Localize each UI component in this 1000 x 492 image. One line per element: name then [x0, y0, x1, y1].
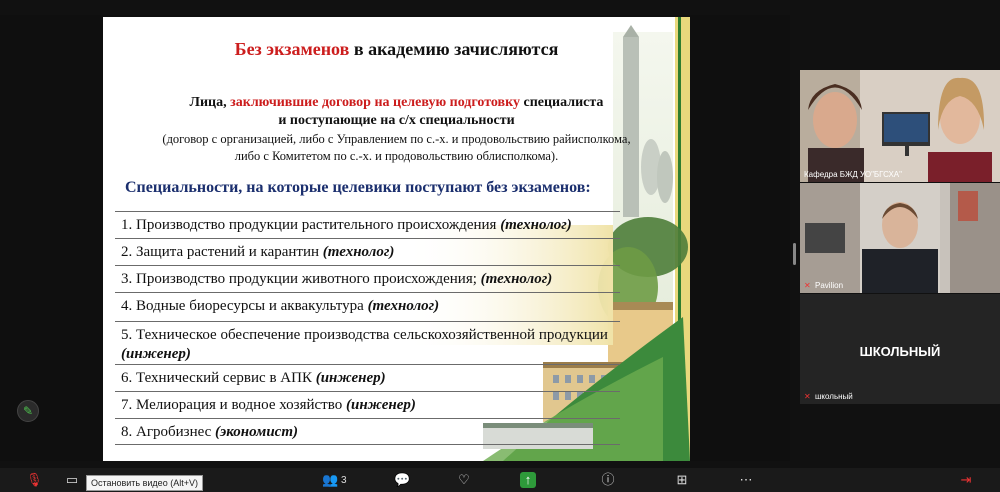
slide-text-line3: (договор с организацией, либо с Управлен… [162, 132, 631, 146]
participants-panel: Кафедра БЖД УО"БГСХА" ✕ Pavilion ШКОЛЬНЫЙ… [800, 0, 1000, 492]
slide-text-line1: Лица, заключившие договор на целевую под… [189, 95, 604, 110]
video-tile-kafedra[interactable]: Кафедра БЖД УО"БГСХА" [800, 70, 1000, 182]
participant-name-label: ✕ школьный [804, 391, 853, 401]
share-screen-button[interactable]: ↑ [520, 471, 536, 489]
specialty-item: 2. Защита растений и карантин (технолог) [115, 238, 620, 265]
more-icon: ⋯ [739, 472, 753, 487]
leave-button[interactable]: ⇥ [958, 471, 974, 489]
leave-icon: ⇥ [960, 472, 972, 487]
presentation-slide: Без экзаменов в академию зачисляются Лиц… [103, 17, 690, 461]
video-button[interactable]: ▭ [64, 471, 80, 489]
mic-muted-icon: ✕ [804, 391, 811, 401]
slide-text-line2: и поступающие на с/х специальности [278, 113, 515, 128]
apps-button[interactable]: ⊞ [674, 471, 690, 489]
specialty-item: 8. Агробизнес (экономист) [115, 418, 620, 445]
annotate-pen-button[interactable]: ✎ [17, 400, 39, 422]
panel-resize-handle[interactable] [793, 243, 796, 265]
specialty-item: 1. Производство продукции растительного … [115, 211, 620, 238]
participants-button[interactable]: 👥 3 [322, 471, 347, 489]
specialty-item: 5. Техническое обеспечение производства … [115, 321, 620, 364]
chat-button[interactable]: 💬 [394, 471, 410, 489]
chat-icon: 💬 [394, 472, 411, 487]
slide-text-line4: либо с Комитетом по с.-х. и продовольств… [234, 149, 559, 163]
shared-screen: Без экзаменов в академию зачисляются Лиц… [0, 15, 790, 461]
specialty-item: 3. Производство продукции животного прои… [115, 265, 620, 292]
participants-icon: 👥 [322, 472, 339, 487]
specialty-item: 7. Мелиорация и водное хозяйство (инжене… [115, 391, 620, 418]
participant-video [800, 70, 1000, 182]
mic-muted-icon: ✕ [804, 280, 811, 290]
mic-off-icon: 🎙 [26, 472, 43, 487]
share-up-icon: ↑ [520, 472, 536, 488]
info-button[interactable]: ⓘ [600, 471, 616, 489]
reactions-button[interactable]: ♡ [456, 471, 472, 489]
specialty-item: 6. Технический сервис в АПК (инженер) [115, 364, 620, 391]
participant-avatar-name: ШКОЛЬНЫЙ [859, 344, 941, 359]
participant-video [800, 183, 1000, 293]
specialty-item: 4. Водные биоресурсы и аквакультура (тех… [115, 292, 620, 321]
slide-title: Без экзаменов в академию зачисляются [234, 39, 559, 59]
slide-subtitle: Специальности, на которые целевики посту… [125, 179, 591, 196]
video-tile-pavilion[interactable]: ✕ Pavilion [800, 183, 1000, 293]
video-tooltip: Остановить видео (Alt+V) [86, 475, 203, 491]
participant-name-label: Кафедра БЖД УО"БГСХА" [804, 170, 902, 179]
mute-button[interactable]: 🎙 [26, 471, 43, 489]
more-button[interactable]: ⋯ [738, 471, 754, 489]
pen-icon: ✎ [22, 404, 34, 418]
heart-icon: ♡ [458, 472, 470, 487]
camera-icon: ▭ [65, 472, 79, 487]
apps-icon: ⊞ [676, 472, 688, 487]
info-icon: ⓘ [601, 472, 615, 487]
participant-name-label: ✕ Pavilion [804, 280, 844, 290]
video-tile-shkolny[interactable]: ШКОЛЬНЫЙ ✕ школьный [800, 294, 1000, 404]
meeting-window: Без экзаменов в академию зачисляются Лиц… [0, 0, 1000, 492]
